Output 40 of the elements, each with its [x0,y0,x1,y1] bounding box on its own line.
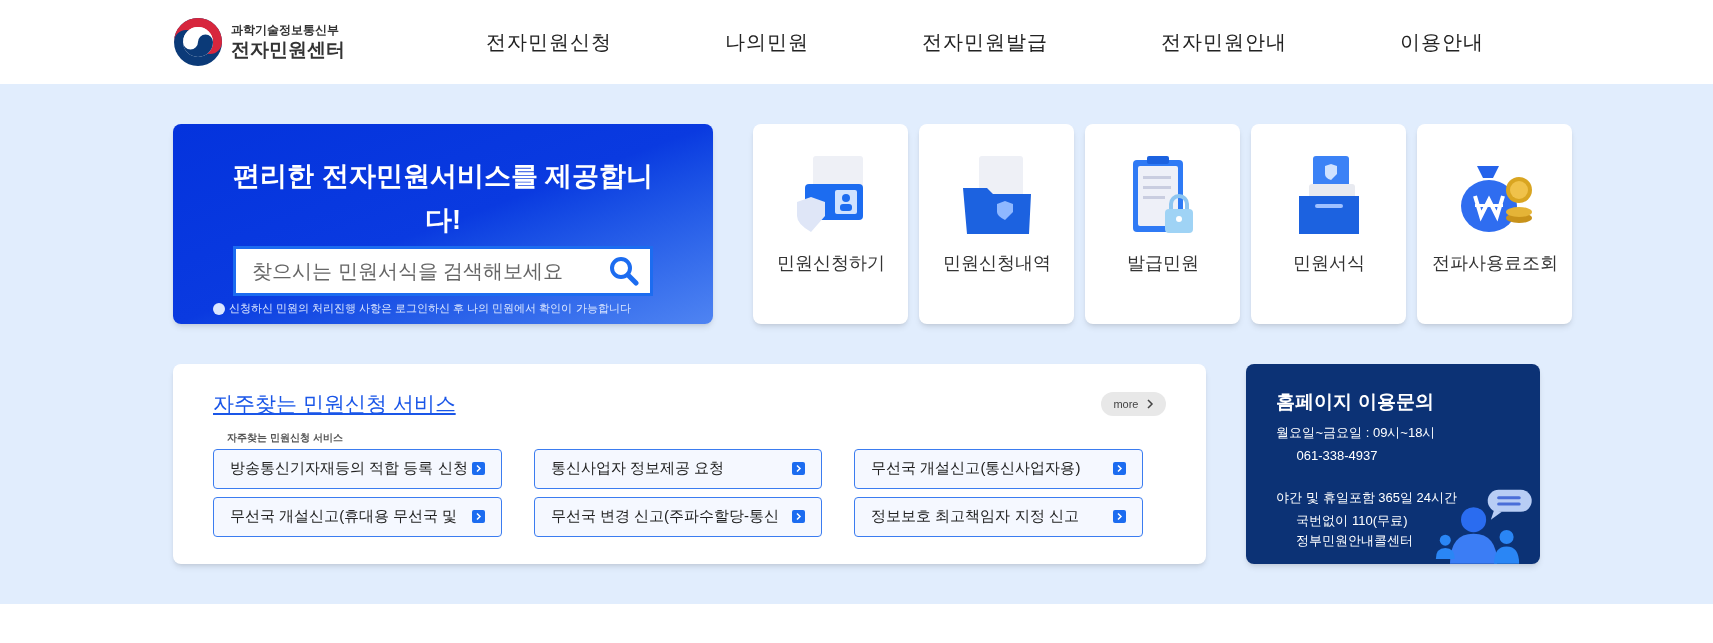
quick-link-card[interactable]: 민원서식 [1251,124,1406,324]
quick-link-card[interactable]: 민원신청하기 [753,124,908,324]
quick-link-card[interactable]: 전파사용료조회 [1417,124,1572,324]
support-center: 정부민원안내콜센터 [1296,531,1414,550]
nav-link[interactable]: 나의민원 [724,27,809,57]
service-link[interactable]: 방송통신기자재등의 적합 등록 신청 [213,448,502,489]
nav-link[interactable]: 전자민원발급 [921,27,1048,57]
nav-link[interactable]: 전자민원신청 [485,27,612,57]
chevron-right-icon [471,510,485,523]
quick-link-card[interactable]: 발급민원 [1085,124,1240,324]
chevron-right-icon [792,510,806,523]
chevron-right-icon [1113,510,1126,523]
logo-icon[interactable] [173,17,223,67]
hero-title: 편리한 전자민원서비스를 제공합니다! [233,160,653,237]
search-icon[interactable] [609,256,639,286]
service-link[interactable]: 무선국 변경 신고(주파수할당-통신 [533,496,823,537]
nav-link[interactable]: 이용안내 [1399,27,1484,57]
support-hotline: 국번없이 110(무료) [1296,512,1408,530]
service-link[interactable]: 무선국 개설신고(휴대용 무선국 및 [213,496,502,537]
service-link[interactable]: 통신사업자 정보제공 요청 [533,448,823,489]
quick-link-card[interactable]: 민원신청내역 [919,124,1074,324]
support-night-hours: 야간 및 휴일포함 365일 24시간 [1276,488,1458,507]
hero-note: 신청하신 민원의 처리진행 사항은 로그인하신 후 나의 민원에서 확인이 가능합니다 [229,302,631,316]
support-hours: 월요일~금요일 : 09시~18시 [1276,423,1436,442]
section-title-link[interactable]: 자주찾는 민원신청 서비스 [213,388,456,420]
nav-link[interactable]: 전자민원안내 [1160,27,1287,57]
section-caption: 자주찾는 민원신청 서비스 [227,430,343,445]
more-button[interactable]: more [1101,391,1167,416]
support-phone: 061-338-4937 [1296,447,1378,465]
chevron-right-icon [792,462,806,475]
support-title: 홈페이지 이용문의 [1276,390,1434,414]
site-title[interactable]: 전자민원센터 [231,37,345,62]
chevron-right-icon [471,462,485,475]
service-link[interactable]: 무선국 개설신고(통신사업자용) [854,448,1143,489]
search-field[interactable]: 찾으시는 민원서식을 검색해보세요 [233,246,653,296]
chevron-right-icon [1113,462,1126,475]
chevron-right-icon [1146,398,1155,409]
info-icon [213,302,225,315]
ministry-name: 과학기술정보통신부 [231,22,340,38]
service-link[interactable]: 정보보호 최고책임자 지정 신고 [854,496,1143,537]
